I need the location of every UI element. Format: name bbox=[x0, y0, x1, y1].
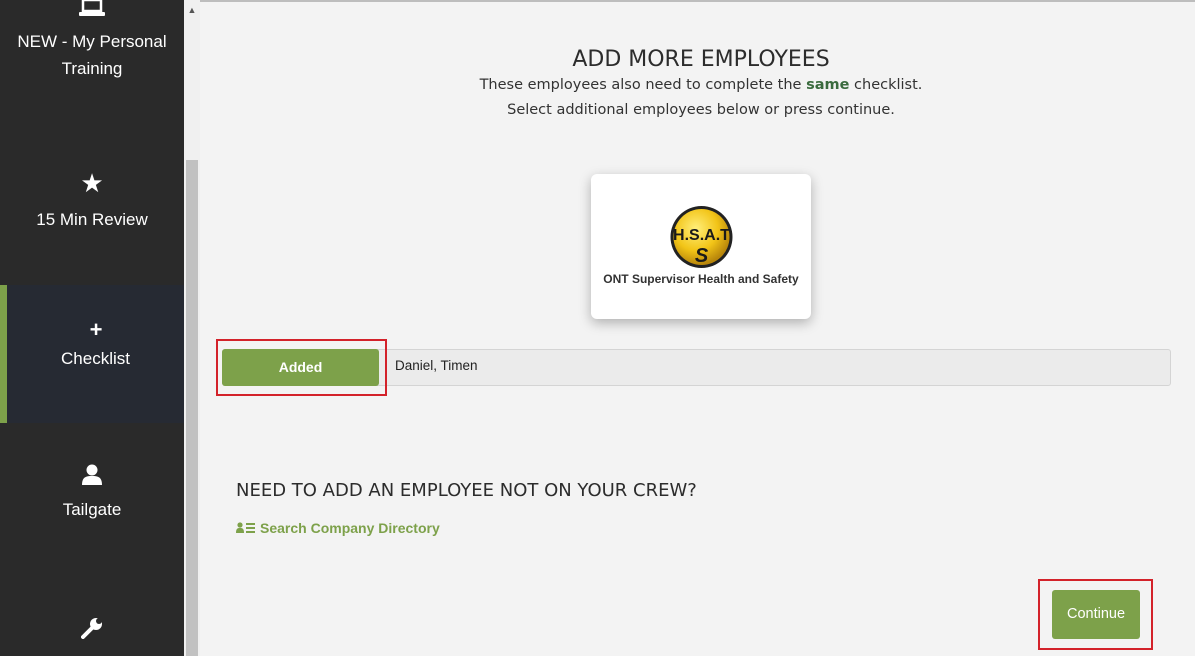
sidebar-item-my-personal-training[interactable]: NEW - My Personal Training bbox=[0, 0, 184, 130]
sidebar-nav: NEW - My Personal Training ★ 15 Min Revi… bbox=[0, 0, 184, 656]
subtitle-line-2: Select additional employees below or pre… bbox=[507, 102, 895, 118]
sidebar-scrollbar[interactable]: ▲ bbox=[184, 0, 200, 656]
wrench-icon bbox=[81, 618, 102, 639]
search-directory-link[interactable]: Search Company Directory bbox=[236, 520, 440, 536]
checklist-card[interactable]: H.S.A.T S ONT Supervisor Health and Safe… bbox=[591, 174, 811, 319]
sidebar-item-label: 15 Min Review bbox=[36, 210, 148, 229]
card-label: ONT Supervisor Health and Safety bbox=[603, 272, 799, 286]
scrollbar-thumb[interactable] bbox=[186, 160, 198, 656]
plus-icon: + bbox=[89, 317, 103, 342]
sidebar-item-checklist[interactable]: + Checklist bbox=[0, 285, 184, 423]
hsats-logo: H.S.A.T S bbox=[665, 204, 738, 270]
section-heading: NEED TO ADD AN EMPLOYEE NOT ON YOUR CREW… bbox=[236, 480, 697, 501]
main-content: ADD MORE EMPLOYEES These employees also … bbox=[200, 2, 1195, 656]
active-indicator bbox=[0, 285, 7, 423]
laptop-icon bbox=[79, 0, 105, 16]
page-title: ADD MORE EMPLOYEES bbox=[572, 47, 830, 72]
sidebar-item-label: Tailgate bbox=[62, 500, 122, 519]
subtitle-text: These employees also need to complete th… bbox=[479, 77, 807, 93]
logo-letter: S bbox=[695, 245, 709, 267]
highlight-box bbox=[216, 339, 387, 396]
users-icon bbox=[236, 522, 255, 533]
subtitle-emphasis: same bbox=[806, 77, 850, 93]
employee-name: Daniel, Timen bbox=[395, 358, 478, 373]
sidebar-item-label: Checklist bbox=[61, 349, 130, 368]
sidebar-item-15-min-review[interactable]: ★ 15 Min Review bbox=[0, 162, 184, 262]
subtitle-text: checklist. bbox=[849, 77, 923, 93]
logo-text: H.S.A.T bbox=[673, 227, 730, 244]
sidebar-item-tools[interactable] bbox=[0, 600, 184, 656]
subtitle-line-1: These employees also need to complete th… bbox=[200, 77, 1195, 93]
user-icon bbox=[82, 464, 102, 485]
highlight-box bbox=[1038, 579, 1153, 650]
directory-link-label[interactable]: Search Company Directory bbox=[260, 520, 440, 536]
star-icon: ★ bbox=[80, 168, 104, 198]
sidebar-item-label: NEW - My Personal Training bbox=[17, 32, 167, 78]
scroll-up-arrow-icon[interactable]: ▲ bbox=[184, 2, 200, 18]
sidebar-item-tailgate[interactable]: Tailgate bbox=[0, 440, 184, 540]
